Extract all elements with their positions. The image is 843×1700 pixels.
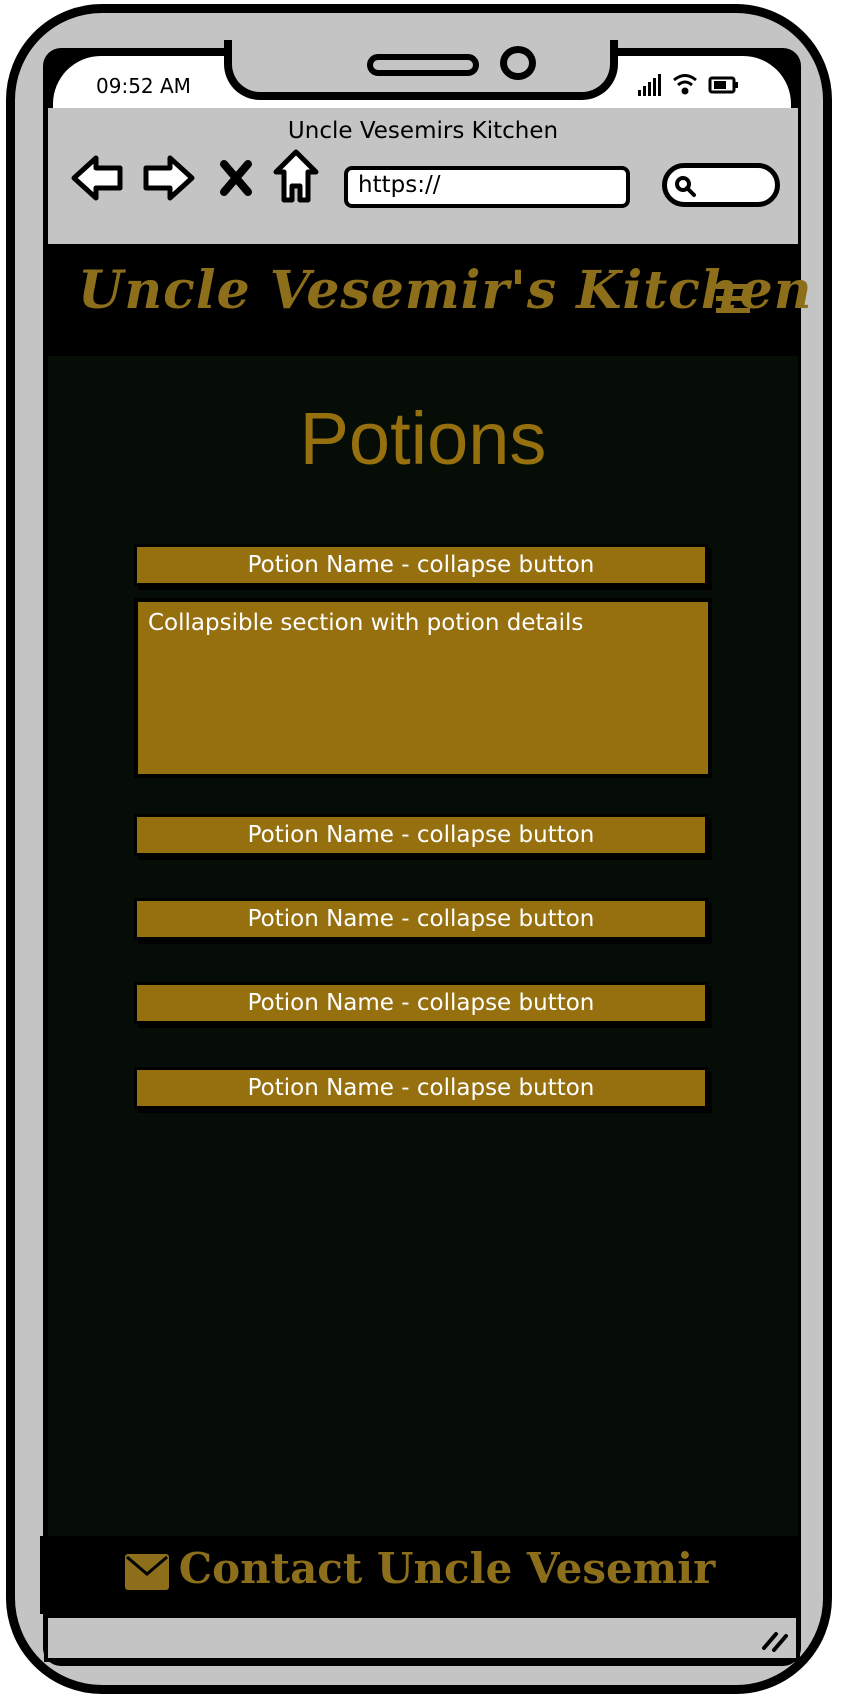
browser-title: Uncle Vesemirs Kitchen xyxy=(287,118,559,144)
hamburger-menu-icon[interactable] xyxy=(716,284,750,314)
contact-label: Contact Uncle Vesemir xyxy=(178,1544,716,1593)
status-time: 09:52 AM xyxy=(96,74,191,98)
potion-collapse-button[interactable]: Potion Name - collapse button xyxy=(134,898,708,940)
search-icon xyxy=(675,176,696,197)
url-field[interactable]: https:// xyxy=(344,166,630,208)
potion-details-section: Collapsible section with potion details xyxy=(134,598,712,778)
page-title: Potions xyxy=(299,397,547,480)
envelope-icon xyxy=(124,1554,169,1590)
browser-bottom-bar xyxy=(44,1614,800,1662)
close-icon[interactable] xyxy=(218,158,254,198)
speaker-icon xyxy=(367,54,479,76)
potion-collapse-button[interactable]: Potion Name - collapse button xyxy=(134,814,708,856)
site-footer: Contact Uncle Vesemir xyxy=(40,1536,800,1614)
potion-collapse-button[interactable]: Potion Name - collapse button xyxy=(134,982,708,1024)
brand-logo[interactable]: Uncle Vesemir's Kitchen xyxy=(78,260,813,321)
camera-icon xyxy=(500,46,536,80)
potion-collapse-button[interactable]: Potion Name - collapse button xyxy=(134,1067,708,1109)
site-header: Uncle Vesemir's Kitchen xyxy=(48,244,812,356)
arrow-right-icon[interactable] xyxy=(140,152,196,204)
browser-chrome: Uncle Vesemirs Kitchen https:// xyxy=(48,108,798,244)
arrow-left-icon[interactable] xyxy=(70,152,126,204)
resize-handle-icon[interactable] xyxy=(760,1628,790,1652)
contact-link[interactable]: Contact Uncle Vesemir xyxy=(40,1544,800,1593)
status-icons xyxy=(638,74,738,96)
battery-icon xyxy=(708,76,738,94)
main-content: Potions Potion Name - collapse button Co… xyxy=(48,356,798,1536)
potion-collapse-button[interactable]: Potion Name - collapse button xyxy=(134,544,708,586)
home-icon[interactable] xyxy=(272,148,320,204)
signal-bars-icon xyxy=(638,74,661,96)
wifi-icon xyxy=(673,74,697,95)
search-field[interactable] xyxy=(662,163,780,207)
